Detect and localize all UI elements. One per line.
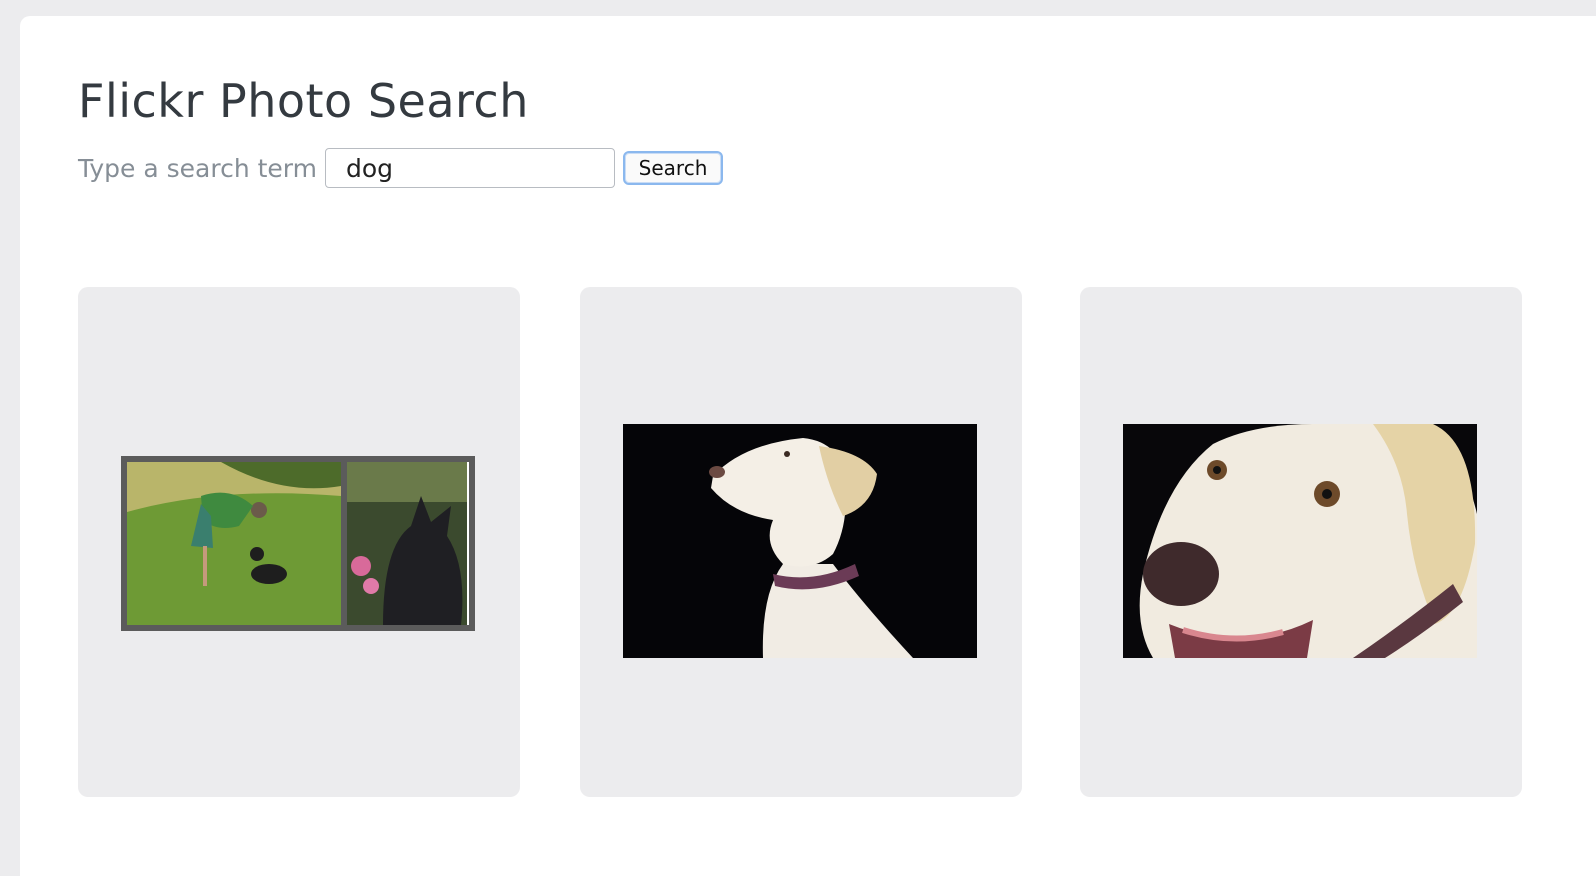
result-photo[interactable] <box>1123 424 1477 658</box>
result-photo[interactable] <box>121 456 475 631</box>
result-photo[interactable] <box>623 424 977 658</box>
search-form: Type a search term Search <box>78 146 724 190</box>
search-input[interactable] <box>325 148 616 188</box>
result-card[interactable] <box>1080 287 1522 797</box>
page-title: Flickr Photo Search <box>78 74 529 128</box>
result-card[interactable] <box>580 287 1022 797</box>
result-card[interactable] <box>78 287 520 797</box>
search-button[interactable]: Search <box>623 151 724 185</box>
page-container: Flickr Photo Search Type a search term S… <box>20 16 1596 876</box>
search-label: Type a search term <box>78 153 318 183</box>
